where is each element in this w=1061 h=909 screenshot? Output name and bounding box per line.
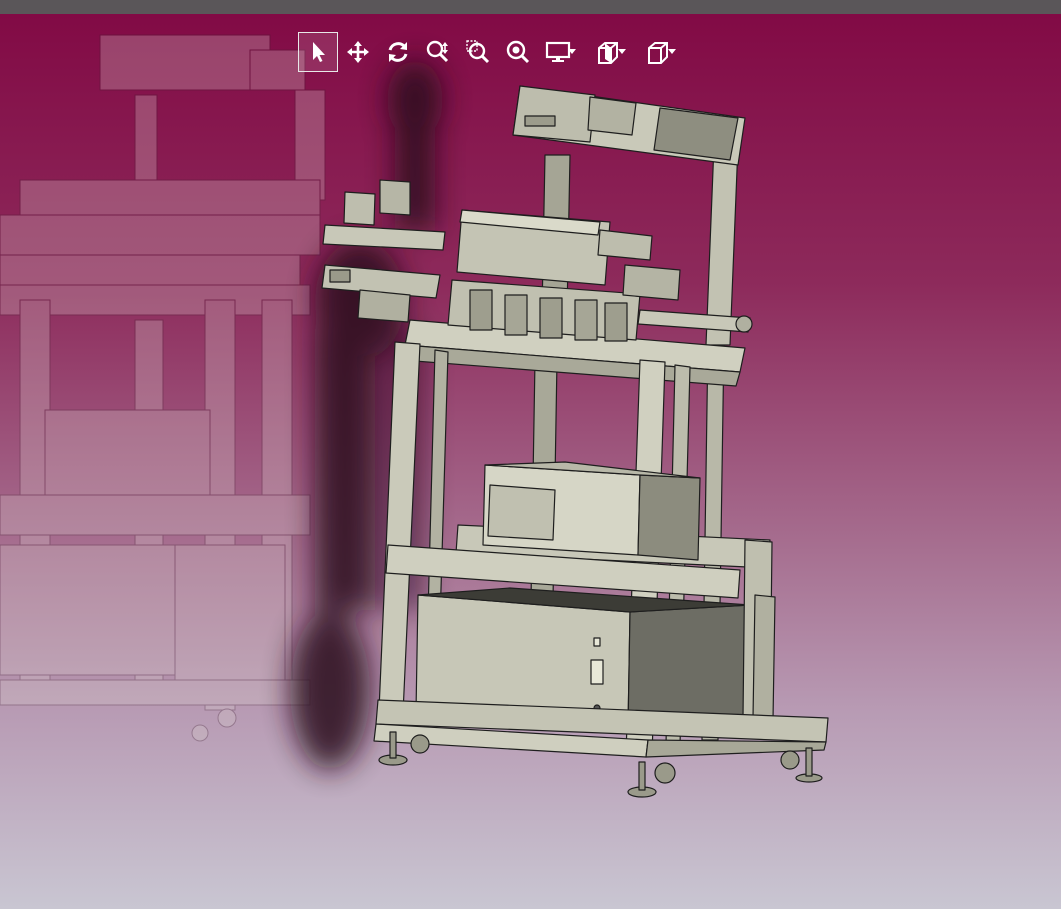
cursor-arrow-icon (313, 42, 325, 62)
chevron-down-icon (568, 49, 576, 54)
zoom-window-button[interactable] (458, 32, 498, 72)
zoom-tool-button[interactable] (418, 32, 458, 72)
view-toolbar (298, 32, 688, 72)
zoom-window-icon (466, 40, 490, 64)
cad-model-render[interactable] (0, 14, 1061, 909)
ghost-reflection (0, 34, 326, 742)
chevron-down-icon (618, 49, 626, 54)
window-title-bar (0, 0, 1061, 14)
zoom-fit-button[interactable] (498, 32, 538, 72)
rotate-tool-button[interactable] (378, 32, 418, 72)
display-mode-dropdown[interactable] (568, 32, 582, 72)
chevron-down-icon (668, 49, 676, 54)
move-arrows-icon (347, 41, 369, 63)
section-view-dropdown[interactable] (618, 32, 632, 72)
zoom-updown-icon (426, 40, 449, 63)
select-tool-button[interactable] (298, 32, 338, 72)
3d-viewport[interactable] (0, 14, 1061, 909)
view-orientation-dropdown[interactable] (668, 32, 682, 72)
pan-tool-button[interactable] (338, 32, 378, 72)
rotate-icon (388, 42, 408, 62)
zoom-fit-icon (506, 40, 530, 64)
main-cart (321, 85, 829, 798)
